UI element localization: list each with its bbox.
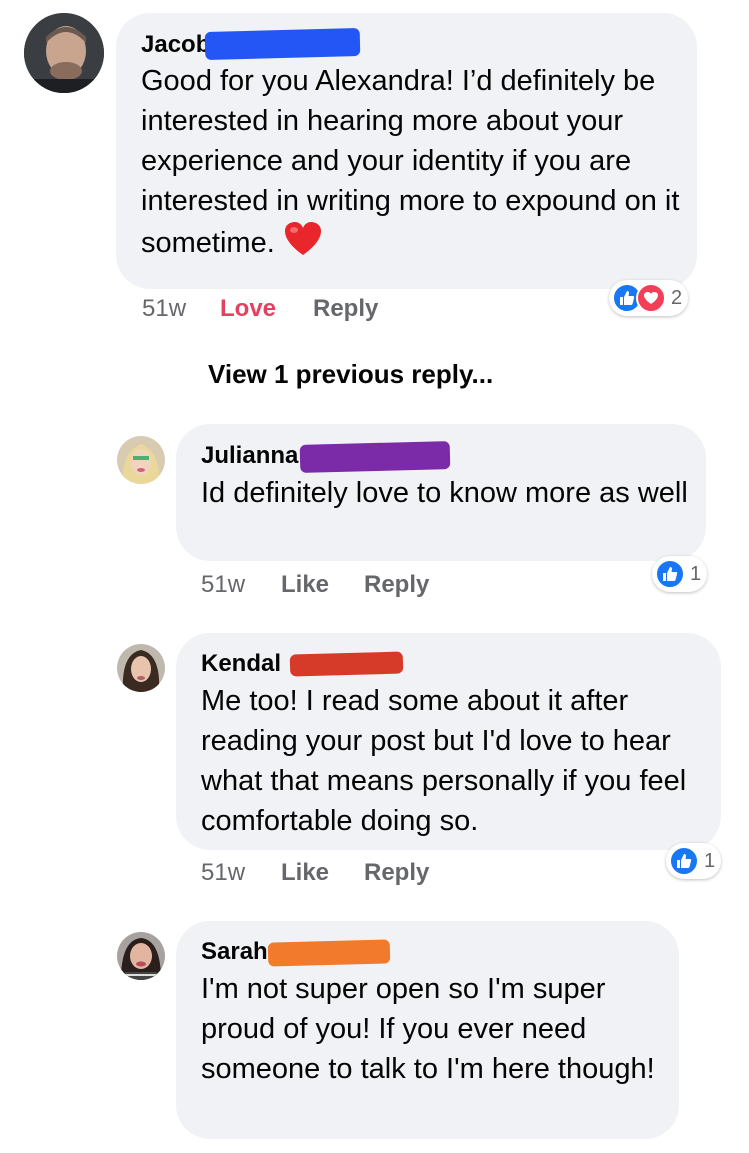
reactions-jacob[interactable]: 2 (609, 280, 689, 316)
comment-text-jacob: Good for you Alexandra! I’d definitely b… (141, 61, 686, 268)
heart-emoji-icon (283, 221, 323, 268)
comment-text-julianna: Id definitely love to know more as well (201, 477, 688, 509)
reply-button-jacob[interactable]: Reply (313, 295, 378, 323)
reaction-count-kendal: 1 (704, 849, 716, 872)
redaction-mark-kendal (289, 651, 404, 677)
comment-text-sarah: I'm not super open so I'm super proud of… (201, 973, 655, 1085)
comment-author-kendal[interactable]: Kendal (201, 650, 281, 678)
reactions-kendal[interactable]: 1 (666, 843, 722, 879)
reaction-count-julianna: 1 (690, 562, 702, 585)
comment-time-julianna[interactable]: 51w (201, 571, 245, 599)
comment-text-kendal: Me too! I read some about it after readi… (201, 685, 687, 837)
like-button-kendal[interactable]: Like (281, 859, 329, 887)
comment-time-kendal[interactable]: 51w (201, 859, 245, 887)
comment-author-julianna[interactable]: Julianna (201, 442, 298, 470)
love-icon (636, 283, 666, 313)
comment-author-sarah[interactable]: Sarah (201, 938, 268, 966)
redaction-mark-jacob (204, 27, 361, 61)
reactions-julianna[interactable]: 1 (652, 556, 708, 592)
redaction-mark-julianna (299, 441, 451, 473)
comment-time-jacob[interactable]: 51w (142, 295, 186, 323)
view-previous-replies-link[interactable]: View 1 previous reply... (208, 359, 493, 390)
avatar-sarah[interactable] (117, 932, 165, 980)
avatar-kendal[interactable] (117, 644, 165, 692)
like-icon (655, 559, 685, 589)
like-button-julianna[interactable]: Like (281, 571, 329, 599)
avatar-jacob[interactable] (24, 13, 104, 93)
reply-button-kendal[interactable]: Reply (364, 859, 429, 887)
love-button-jacob[interactable]: Love (220, 295, 276, 323)
redaction-mark-sarah (267, 939, 391, 967)
reaction-count-jacob: 2 (671, 286, 683, 309)
avatar-julianna[interactable] (117, 436, 165, 484)
comment-author-jacob[interactable]: Jacob (141, 31, 210, 59)
reply-button-julianna[interactable]: Reply (364, 571, 429, 599)
like-icon (669, 846, 699, 876)
